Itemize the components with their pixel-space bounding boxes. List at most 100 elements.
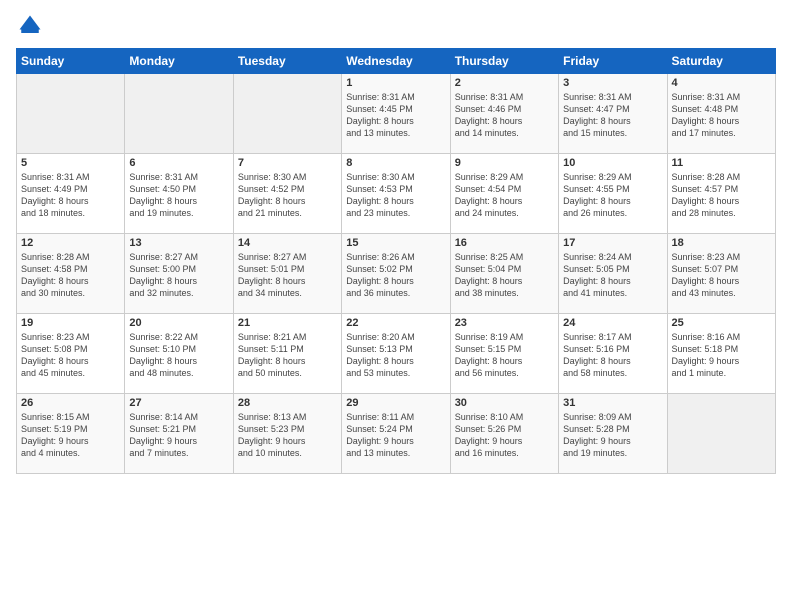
day-info: Sunrise: 8:10 AM Sunset: 5:26 PM Dayligh… xyxy=(455,411,554,460)
day-info: Sunrise: 8:31 AM Sunset: 4:48 PM Dayligh… xyxy=(672,91,771,140)
day-info: Sunrise: 8:31 AM Sunset: 4:50 PM Dayligh… xyxy=(129,171,228,220)
day-info: Sunrise: 8:14 AM Sunset: 5:21 PM Dayligh… xyxy=(129,411,228,460)
week-row-2: 5 Sunrise: 8:31 AM Sunset: 4:49 PM Daylig… xyxy=(17,154,776,234)
day-info: Sunrise: 8:16 AM Sunset: 5:18 PM Dayligh… xyxy=(672,331,771,380)
day-number: 28 xyxy=(238,397,337,409)
day-cell: 14 Sunrise: 8:27 AM Sunset: 5:01 PM Dayli… xyxy=(233,234,341,314)
day-number: 27 xyxy=(129,397,228,409)
day-info: Sunrise: 8:25 AM Sunset: 5:04 PM Dayligh… xyxy=(455,251,554,300)
day-cell: 15 Sunrise: 8:26 AM Sunset: 5:02 PM Dayli… xyxy=(342,234,450,314)
day-info: Sunrise: 8:29 AM Sunset: 4:55 PM Dayligh… xyxy=(563,171,662,220)
day-number: 12 xyxy=(21,237,120,249)
day-info: Sunrise: 8:30 AM Sunset: 4:52 PM Dayligh… xyxy=(238,171,337,220)
day-info: Sunrise: 8:24 AM Sunset: 5:05 PM Dayligh… xyxy=(563,251,662,300)
week-row-5: 26 Sunrise: 8:15 AM Sunset: 5:19 PM Dayli… xyxy=(17,394,776,474)
calendar-table: SundayMondayTuesdayWednesdayThursdayFrid… xyxy=(16,48,776,474)
day-info: Sunrise: 8:11 AM Sunset: 5:24 PM Dayligh… xyxy=(346,411,445,460)
day-info: Sunrise: 8:19 AM Sunset: 5:15 PM Dayligh… xyxy=(455,331,554,380)
day-cell: 23 Sunrise: 8:19 AM Sunset: 5:15 PM Dayli… xyxy=(450,314,558,394)
day-header-saturday: Saturday xyxy=(667,49,775,74)
day-number: 23 xyxy=(455,317,554,329)
day-info: Sunrise: 8:17 AM Sunset: 5:16 PM Dayligh… xyxy=(563,331,662,380)
day-info: Sunrise: 8:26 AM Sunset: 5:02 PM Dayligh… xyxy=(346,251,445,300)
week-row-4: 19Sunrise: 8:23 AM Sunset: 5:08 PM Dayli… xyxy=(17,314,776,394)
day-number: 18 xyxy=(672,237,771,249)
day-info: Sunrise: 8:13 AM Sunset: 5:23 PM Dayligh… xyxy=(238,411,337,460)
day-info: Sunrise: 8:31 AM Sunset: 4:49 PM Dayligh… xyxy=(21,171,120,220)
calendar-body: 1Sunrise: 8:31 AM Sunset: 4:45 PM Daylig… xyxy=(17,74,776,474)
day-cell: 30 Sunrise: 8:10 AM Sunset: 5:26 PM Dayli… xyxy=(450,394,558,474)
day-number: 21 xyxy=(238,317,337,329)
day-info: Sunrise: 8:20 AM Sunset: 5:13 PM Dayligh… xyxy=(346,331,445,380)
day-info: Sunrise: 8:28 AM Sunset: 4:58 PM Dayligh… xyxy=(21,251,120,300)
day-cell: 26 Sunrise: 8:15 AM Sunset: 5:19 PM Dayli… xyxy=(17,394,125,474)
week-row-3: 12 Sunrise: 8:28 AM Sunset: 4:58 PM Dayli… xyxy=(17,234,776,314)
day-cell: 11Sunrise: 8:28 AM Sunset: 4:57 PM Dayli… xyxy=(667,154,775,234)
day-header-friday: Friday xyxy=(559,49,667,74)
logo xyxy=(16,12,48,40)
day-number: 26 xyxy=(21,397,120,409)
day-number: 11 xyxy=(672,157,771,169)
day-cell: 10 Sunrise: 8:29 AM Sunset: 4:55 PM Dayli… xyxy=(559,154,667,234)
day-number: 30 xyxy=(455,397,554,409)
day-header-thursday: Thursday xyxy=(450,49,558,74)
day-cell: 29 Sunrise: 8:11 AM Sunset: 5:24 PM Dayli… xyxy=(342,394,450,474)
day-number: 31 xyxy=(563,397,662,409)
day-number: 10 xyxy=(563,157,662,169)
day-cell: 8 Sunrise: 8:30 AM Sunset: 4:53 PM Daylig… xyxy=(342,154,450,234)
day-number: 8 xyxy=(346,157,445,169)
day-number: 25 xyxy=(672,317,771,329)
header-row: SundayMondayTuesdayWednesdayThursdayFrid… xyxy=(17,49,776,74)
day-info: Sunrise: 8:31 AM Sunset: 4:47 PM Dayligh… xyxy=(563,91,662,140)
day-cell: 28 Sunrise: 8:13 AM Sunset: 5:23 PM Dayli… xyxy=(233,394,341,474)
day-header-monday: Monday xyxy=(125,49,233,74)
day-info: Sunrise: 8:23 AM Sunset: 5:07 PM Dayligh… xyxy=(672,251,771,300)
day-number: 24 xyxy=(563,317,662,329)
day-cell: 27 Sunrise: 8:14 AM Sunset: 5:21 PM Dayli… xyxy=(125,394,233,474)
day-cell: 18 Sunrise: 8:23 AM Sunset: 5:07 PM Dayli… xyxy=(667,234,775,314)
day-cell: 24 Sunrise: 8:17 AM Sunset: 5:16 PM Dayli… xyxy=(559,314,667,394)
week-row-1: 1Sunrise: 8:31 AM Sunset: 4:45 PM Daylig… xyxy=(17,74,776,154)
header xyxy=(16,12,776,40)
day-number: 15 xyxy=(346,237,445,249)
day-cell: 21Sunrise: 8:21 AM Sunset: 5:11 PM Dayli… xyxy=(233,314,341,394)
day-number: 5 xyxy=(21,157,120,169)
day-cell: 19Sunrise: 8:23 AM Sunset: 5:08 PM Dayli… xyxy=(17,314,125,394)
day-cell xyxy=(125,74,233,154)
day-header-wednesday: Wednesday xyxy=(342,49,450,74)
day-cell: 13Sunrise: 8:27 AM Sunset: 5:00 PM Dayli… xyxy=(125,234,233,314)
day-number: 16 xyxy=(455,237,554,249)
day-number: 3 xyxy=(563,77,662,89)
day-cell: 17 Sunrise: 8:24 AM Sunset: 5:05 PM Dayli… xyxy=(559,234,667,314)
day-number: 14 xyxy=(238,237,337,249)
calendar-header: SundayMondayTuesdayWednesdayThursdayFrid… xyxy=(17,49,776,74)
day-number: 4 xyxy=(672,77,771,89)
day-number: 7 xyxy=(238,157,337,169)
day-info: Sunrise: 8:15 AM Sunset: 5:19 PM Dayligh… xyxy=(21,411,120,460)
day-info: Sunrise: 8:27 AM Sunset: 5:01 PM Dayligh… xyxy=(238,251,337,300)
day-info: Sunrise: 8:29 AM Sunset: 4:54 PM Dayligh… xyxy=(455,171,554,220)
logo-icon xyxy=(16,12,44,40)
day-cell: 31Sunrise: 8:09 AM Sunset: 5:28 PM Dayli… xyxy=(559,394,667,474)
day-number: 2 xyxy=(455,77,554,89)
day-header-sunday: Sunday xyxy=(17,49,125,74)
day-cell: 22Sunrise: 8:20 AM Sunset: 5:13 PM Dayli… xyxy=(342,314,450,394)
day-info: Sunrise: 8:31 AM Sunset: 4:46 PM Dayligh… xyxy=(455,91,554,140)
day-number: 20 xyxy=(129,317,228,329)
day-number: 17 xyxy=(563,237,662,249)
day-cell xyxy=(233,74,341,154)
day-cell: 12 Sunrise: 8:28 AM Sunset: 4:58 PM Dayli… xyxy=(17,234,125,314)
day-cell: 2 Sunrise: 8:31 AM Sunset: 4:46 PM Daylig… xyxy=(450,74,558,154)
day-number: 9 xyxy=(455,157,554,169)
day-cell: 16 Sunrise: 8:25 AM Sunset: 5:04 PM Dayli… xyxy=(450,234,558,314)
day-cell: 25 Sunrise: 8:16 AM Sunset: 5:18 PM Dayli… xyxy=(667,314,775,394)
day-header-tuesday: Tuesday xyxy=(233,49,341,74)
day-cell: 1Sunrise: 8:31 AM Sunset: 4:45 PM Daylig… xyxy=(342,74,450,154)
day-number: 29 xyxy=(346,397,445,409)
day-cell: 4 Sunrise: 8:31 AM Sunset: 4:48 PM Daylig… xyxy=(667,74,775,154)
day-cell: 7 Sunrise: 8:30 AM Sunset: 4:52 PM Daylig… xyxy=(233,154,341,234)
day-info: Sunrise: 8:27 AM Sunset: 5:00 PM Dayligh… xyxy=(129,251,228,300)
page: SundayMondayTuesdayWednesdayThursdayFrid… xyxy=(0,0,792,612)
day-cell: 5 Sunrise: 8:31 AM Sunset: 4:49 PM Daylig… xyxy=(17,154,125,234)
day-info: Sunrise: 8:30 AM Sunset: 4:53 PM Dayligh… xyxy=(346,171,445,220)
